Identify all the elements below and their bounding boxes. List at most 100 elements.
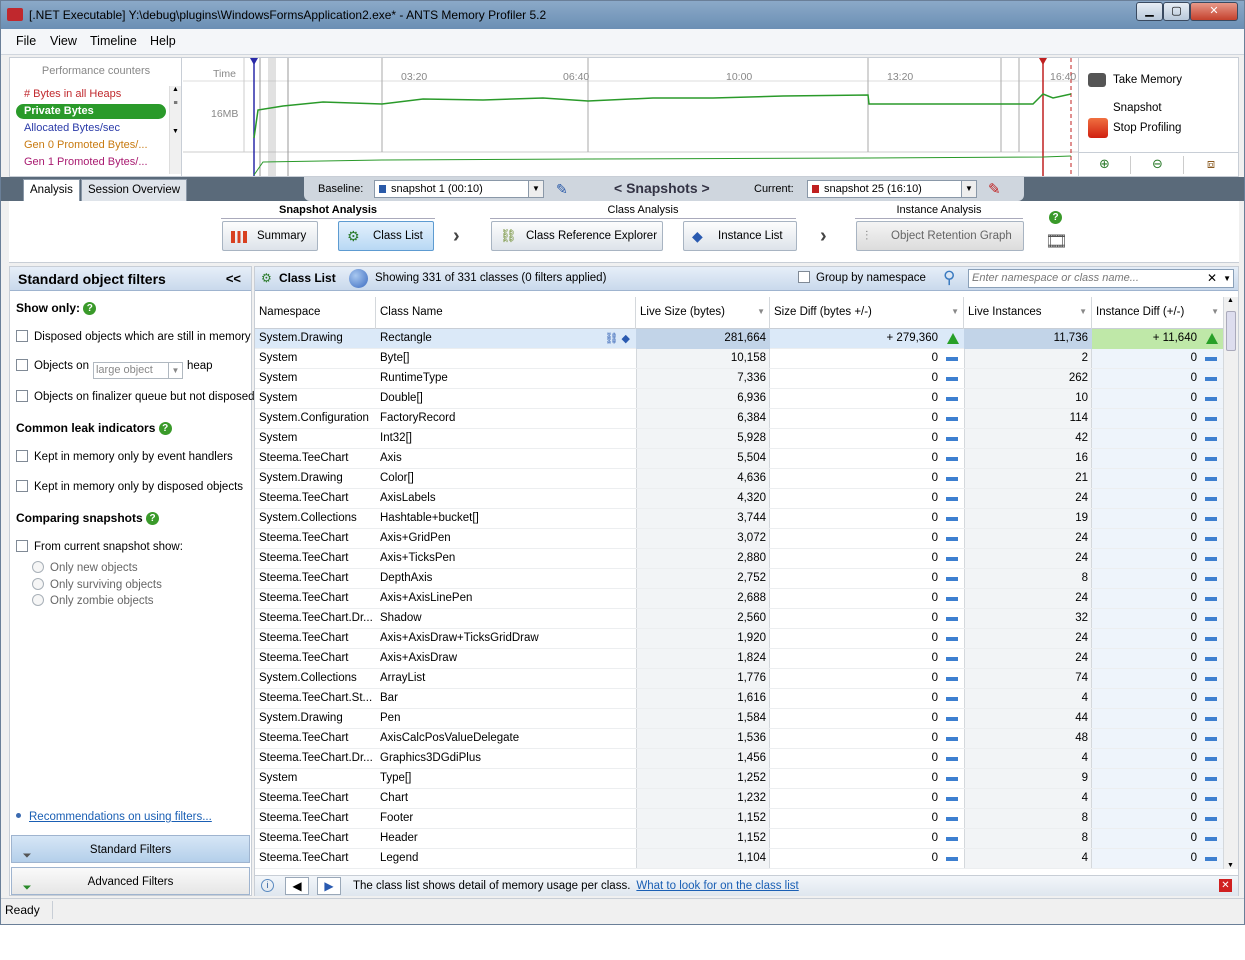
column-live-instances[interactable]: Live Instances ▼ (964, 297, 1092, 329)
table-row[interactable]: Steema.TeeChart Header 1,152 0 8 0 (255, 829, 1223, 849)
stop-profiling-button[interactable]: Stop Profiling (1083, 114, 1233, 142)
help-icon[interactable]: ? (83, 302, 97, 316)
table-row[interactable]: System.Collections ArrayList 1,776 0 74 0 (255, 669, 1223, 689)
column-class-name[interactable]: Class Name (376, 297, 636, 329)
table-row[interactable]: Steema.TeeChart Axis+TicksPen 2,880 0 24 0 (255, 549, 1223, 569)
table-row[interactable]: System Byte[] 10,158 0 2 0 (255, 349, 1223, 369)
filter-objects-on-heap[interactable]: Objects on large object ▼ heap (16, 359, 213, 379)
tab-analysis[interactable]: Analysis (23, 179, 80, 201)
menu-help[interactable]: Help (150, 34, 176, 48)
menu-file[interactable]: File (16, 34, 36, 48)
counters-scrollbar[interactable]: ▲ ≡ ▼ (169, 86, 181, 174)
table-row[interactable]: System.Drawing Color[] 4,636 0 21 0 (255, 469, 1223, 489)
table-row[interactable]: Steema.TeeChart Legend 1,104 0 4 0 (255, 849, 1223, 869)
close-info-icon[interactable]: ✕ (1219, 879, 1232, 892)
scroll-thumb[interactable] (1226, 311, 1236, 351)
radio[interactable] (32, 594, 44, 606)
clear-search-icon[interactable]: ✕ (1207, 270, 1217, 287)
edit-current-icon[interactable]: ✎ (988, 180, 1001, 198)
minimize-button[interactable]: ▁ (1136, 2, 1163, 21)
table-scrollbar[interactable]: ▲ ▼ (1223, 297, 1238, 869)
column-instance-diff[interactable]: Instance Diff (+/-) ▼ (1092, 297, 1223, 329)
table-row[interactable]: Steema.TeeChart Axis+AxisDraw+TicksGridDr… (255, 629, 1223, 649)
table-row[interactable]: System.Drawing Pen 1,584 0 44 0 (255, 709, 1223, 729)
filter-disposed[interactable]: Disposed objects which are still in memo… (16, 330, 251, 343)
maximize-button[interactable]: ▢ (1163, 2, 1190, 21)
table-row[interactable]: Steema.TeeChart Chart 1,232 0 4 0 (255, 789, 1223, 809)
advanced-filters-button[interactable]: ⏷ Advanced Filters (11, 867, 250, 895)
table-row[interactable]: System Int32[] 5,928 0 42 0 (255, 429, 1223, 449)
filter-from-current[interactable]: From current snapshot show: (16, 540, 183, 553)
filter-event-handlers[interactable]: Kept in memory only by event handlers (16, 450, 233, 463)
class-list-help-link[interactable]: What to look for on the class list (636, 880, 798, 892)
checkbox[interactable] (16, 540, 28, 552)
group-by-namespace[interactable]: Group by namespace (798, 271, 926, 284)
baseline-select[interactable]: snapshot 1 (00:10) ▼ (374, 180, 544, 198)
checkbox[interactable] (16, 480, 28, 492)
radio[interactable] (32, 561, 44, 573)
filter-disposed-objects[interactable]: Kept in memory only by disposed objects (16, 480, 243, 493)
checkbox[interactable] (16, 359, 28, 371)
table-row[interactable]: Steema.TeeChart AxisLabels 4,320 0 24 0 (255, 489, 1223, 509)
take-snapshot-button[interactable]: Take Memory Snapshot (1083, 66, 1233, 114)
table-row[interactable]: Steema.TeeChart.Dr... Graphics3DGdiPlus 1,… (255, 749, 1223, 769)
help-icon[interactable]: ? (158, 422, 172, 436)
table-row[interactable]: Steema.TeeChart Axis+GridPen 3,072 0 24 0 (255, 529, 1223, 549)
edit-baseline-icon[interactable]: ✎ (556, 181, 568, 198)
scroll-down-icon[interactable]: ▼ (1227, 862, 1234, 869)
radio[interactable] (32, 578, 44, 590)
zoom-out-icon[interactable]: ⊖ (1132, 156, 1184, 174)
summary-button[interactable]: Summary (222, 221, 318, 251)
timeline-graph[interactable]: Time 16MB 03:20 06:40 10:00 13:20 16:40 (183, 58, 1078, 176)
menu-timeline[interactable]: Timeline (90, 34, 137, 48)
table-row[interactable]: Steema.TeeChart.St... Bar 1,616 0 4 0 (255, 689, 1223, 709)
help-icon[interactable]: ? (146, 512, 160, 526)
table-row[interactable]: Steema.TeeChart DepthAxis 2,752 0 8 0 (255, 569, 1223, 589)
radio-only-surviving[interactable]: Only surviving objects (32, 578, 162, 591)
filter-finalizer[interactable]: Objects on finalizer queue but not dispo… (16, 390, 255, 403)
scroll-up-icon[interactable]: ▲ (1227, 297, 1234, 304)
table-row[interactable]: Steema.TeeChart AxisCalcPosValueDelegate 1… (255, 729, 1223, 749)
checkbox[interactable] (16, 330, 28, 342)
instance-list-button[interactable]: ◆ Instance List (683, 221, 797, 251)
checkbox[interactable] (798, 271, 810, 283)
help-icon[interactable]: ? (1049, 210, 1062, 225)
column-live-size[interactable]: Live Size (bytes) ▼ (636, 297, 770, 329)
heap-select[interactable]: large object ▼ (92, 362, 183, 379)
table-row[interactable]: System.Configuration FactoryRecord 6,384 0 1… (255, 409, 1223, 429)
table-row[interactable]: Steema.TeeChart Axis 5,504 0 16 0 (255, 449, 1223, 469)
back-button[interactable]: ◀ (285, 877, 309, 895)
checkbox[interactable] (16, 390, 28, 402)
checkbox[interactable] (16, 450, 28, 462)
counter-gen1[interactable]: Gen 1 Promoted Bytes/... (16, 155, 166, 170)
table-row[interactable]: System.Drawing Rectangle ⛓ ◆ 281,664 + 279,3… (255, 329, 1223, 349)
table-row[interactable]: Steema.TeeChart Footer 1,152 0 8 0 (255, 809, 1223, 829)
counter-private-bytes[interactable]: Private Bytes (16, 104, 166, 119)
counter-allocated[interactable]: Allocated Bytes/sec (16, 121, 166, 136)
row-actions-icon[interactable]: ⛓ ◆ (605, 330, 630, 349)
zoom-in-icon[interactable]: ⊕ (1079, 156, 1131, 174)
table-row[interactable]: System Double[] 6,936 0 10 0 (255, 389, 1223, 409)
table-row[interactable]: System RuntimeType 7,336 0 262 0 (255, 369, 1223, 389)
collapse-filters-button[interactable]: << (226, 267, 241, 291)
video-tutorial-icon[interactable]: 🎞 (1045, 231, 1068, 252)
menu-view[interactable]: View (50, 34, 77, 48)
counter-bytes-heaps[interactable]: # Bytes in all Heaps (16, 87, 166, 102)
search-input[interactable]: Enter namespace or class name... ✕ ▼ (968, 269, 1234, 288)
column-size-diff[interactable]: Size Diff (bytes +/-) ▼ (770, 297, 964, 329)
forward-button[interactable]: ▶ (317, 877, 341, 895)
table-row[interactable]: Steema.TeeChart Axis+AxisLinePen 2,688 0 24 0 (255, 589, 1223, 609)
radio-only-new[interactable]: Only new objects (32, 561, 138, 574)
standard-filters-button[interactable]: ⏷ Standard Filters (11, 835, 250, 863)
snapshots-nav[interactable]: < Snapshots > (614, 180, 710, 196)
table-row[interactable]: System.Collections Hashtable+bucket[] 3,74… (255, 509, 1223, 529)
class-reference-explorer-button[interactable]: ⛓ Class Reference Explorer (491, 221, 663, 251)
zoom-fit-icon[interactable]: ⧈ (1185, 156, 1237, 174)
column-namespace[interactable]: Namespace (255, 297, 376, 329)
recommendations-link[interactable]: Recommendations on using filters... (16, 811, 212, 823)
class-list-button[interactable]: ⚙ Class List (338, 221, 434, 251)
object-retention-graph-button[interactable]: ⫶ Object Retention Graph (856, 221, 1024, 251)
counter-gen0[interactable]: Gen 0 Promoted Bytes/... (16, 138, 166, 153)
table-row[interactable]: System Type[] 1,252 0 9 0 (255, 769, 1223, 789)
radio-only-zombie[interactable]: Only zombie objects (32, 594, 154, 607)
